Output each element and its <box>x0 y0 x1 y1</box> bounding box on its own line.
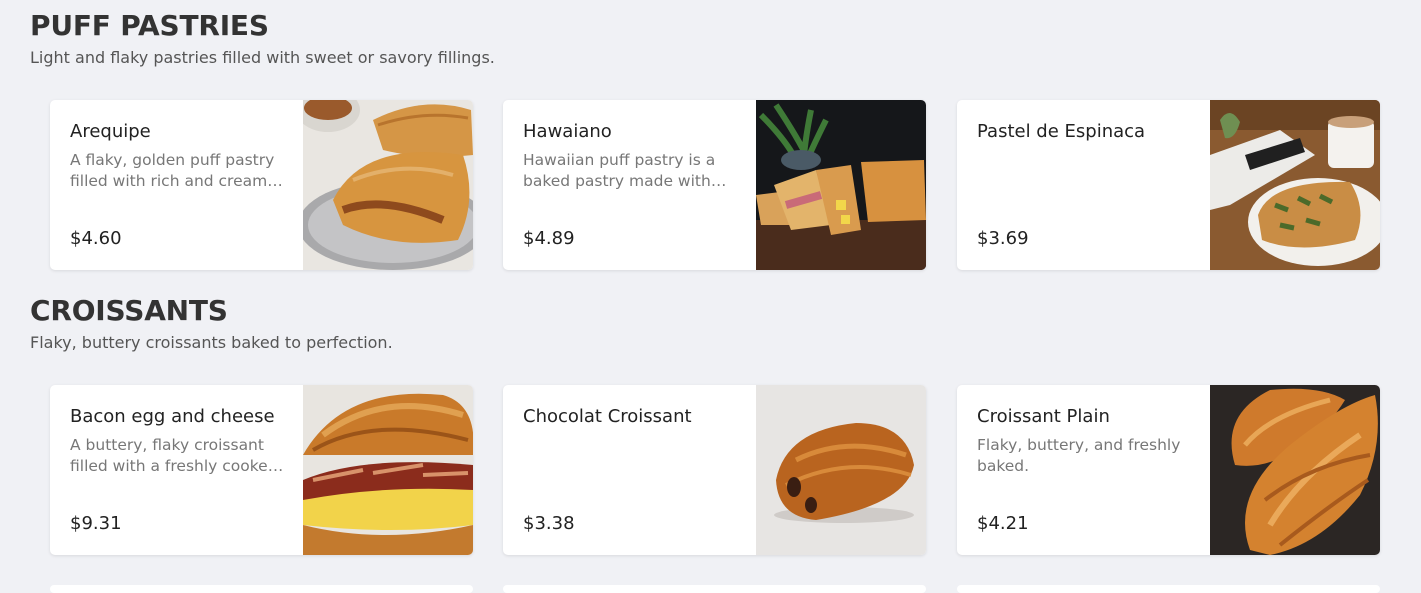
product-name: Hawaiano <box>523 121 612 142</box>
product-grid: Bacon egg and cheese A buttery, flaky cr… <box>50 385 1390 555</box>
product-grid: Arequipe A flaky, golden puff pastry fil… <box>50 100 1390 270</box>
product-card-croissant-plain[interactable]: Croissant Plain Flaky, buttery, and fres… <box>957 385 1380 555</box>
product-image-hawaiano <box>756 100 926 270</box>
section-puff-pastries: PUFF PASTRIES Light and flaky pastries f… <box>30 12 1390 282</box>
next-row-card-peek <box>50 585 473 593</box>
product-price: $4.60 <box>70 228 122 249</box>
product-image-croissant-plain <box>1210 385 1380 555</box>
card-body: Chocolat Croissant $3.38 <box>523 385 743 555</box>
section-description: Light and flaky pastries filled with swe… <box>30 48 495 67</box>
next-row-card-peek <box>503 585 926 593</box>
product-description: Hawaiian puff pastry is a baked pastry m… <box>523 151 716 190</box>
product-image-pastel-de-espinaca <box>1210 100 1380 270</box>
next-row-card-peek <box>957 585 1380 593</box>
section-title: PUFF PASTRIES <box>30 9 269 42</box>
product-card-hawaiano[interactable]: Hawaiano Hawaiian puff pastry is a baked… <box>503 100 926 270</box>
section-croissants: CROISSANTS Flaky, buttery croissants bak… <box>30 297 1390 567</box>
product-price: $9.31 <box>70 513 122 534</box>
product-name: Arequipe <box>70 121 151 142</box>
product-card-bacon-egg-and-cheese[interactable]: Bacon egg and cheese A buttery, flaky cr… <box>50 385 473 555</box>
card-body: Pastel de Espinaca $3.69 <box>977 100 1197 270</box>
product-image-bacon-egg-and-cheese <box>303 385 473 555</box>
product-card-arequipe[interactable]: Arequipe A flaky, golden puff pastry fil… <box>50 100 473 270</box>
card-body: Arequipe A flaky, golden puff pastry fil… <box>70 100 290 270</box>
product-card-chocolat-croissant[interactable]: Chocolat Croissant $3.38 <box>503 385 926 555</box>
product-price: $3.38 <box>523 513 575 534</box>
product-price: $3.69 <box>977 228 1029 249</box>
card-body: Croissant Plain Flaky, buttery, and fres… <box>977 385 1197 555</box>
product-price: $4.21 <box>977 513 1029 534</box>
product-description: A buttery, flaky croissant filled with a… <box>70 436 278 475</box>
product-description: A flaky, golden puff pastry filled with … <box>70 151 277 190</box>
section-description: Flaky, buttery croissants baked to perfe… <box>30 333 393 352</box>
section-title: CROISSANTS <box>30 294 228 327</box>
product-name: Chocolat Croissant <box>523 406 692 427</box>
card-body: Hawaiano Hawaiian puff pastry is a baked… <box>523 100 743 270</box>
product-image-chocolat-croissant <box>756 385 926 555</box>
product-name: Croissant Plain <box>977 406 1110 427</box>
product-price: $4.89 <box>523 228 575 249</box>
product-image-arequipe <box>303 100 473 270</box>
card-body: Bacon egg and cheese A buttery, flaky cr… <box>70 385 290 555</box>
product-name: Bacon egg and cheese <box>70 406 275 427</box>
product-description: Flaky, buttery, and freshly baked. <box>977 436 1181 475</box>
product-card-pastel-de-espinaca[interactable]: Pastel de Espinaca $3.69 <box>957 100 1380 270</box>
product-name: Pastel de Espinaca <box>977 121 1146 142</box>
